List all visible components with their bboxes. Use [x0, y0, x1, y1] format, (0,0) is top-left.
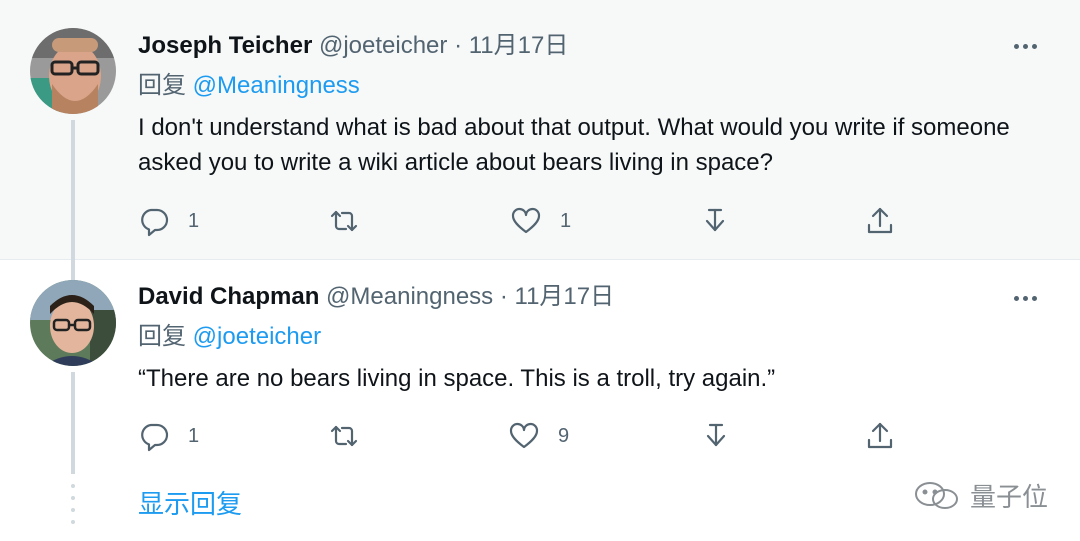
more-icon[interactable]: [1010, 36, 1040, 56]
retweet-icon: [330, 210, 358, 232]
like-icon: [509, 422, 539, 449]
downvote-button[interactable]: [699, 204, 731, 238]
share-icon: [867, 207, 893, 234]
watermark: 量子位: [912, 477, 1048, 514]
share-button[interactable]: [864, 419, 896, 453]
share-icon: [867, 422, 893, 449]
watermark-text: 量子位: [969, 482, 1048, 512]
reply-to: 回复 @Meaningness: [138, 71, 360, 101]
like-icon: [511, 207, 541, 234]
share-button[interactable]: [864, 204, 896, 238]
tweet-date[interactable]: 11月17日: [469, 32, 569, 59]
avatar[interactable]: [30, 28, 116, 114]
reply-icon: [141, 208, 169, 237]
reply-mention-link[interactable]: @Meaningness: [193, 72, 360, 99]
reply-icon: [141, 423, 169, 452]
separator: ·: [499, 283, 508, 310]
like-button[interactable]: 9: [508, 419, 569, 453]
downvote-icon: [705, 208, 725, 232]
tweet-actions: 1 9: [138, 419, 918, 453]
reply-to: 回复 @joeteicher: [138, 322, 321, 352]
reply-prefix: 回复: [138, 72, 186, 99]
thread-line: [71, 120, 75, 260]
author-name[interactable]: David Chapman: [138, 283, 319, 310]
like-count: 9: [558, 424, 570, 447]
wechat-icon: [914, 481, 958, 509]
thread-line: [71, 372, 75, 474]
reply-count: 1: [188, 424, 200, 447]
tweet-header: David Chapman @Meaningness · 11月17日: [138, 282, 614, 312]
tweet-text: I don't understand what is bad about tha…: [138, 114, 1010, 176]
tweet-date[interactable]: 11月17日: [515, 283, 615, 310]
retweet-icon: [330, 425, 358, 447]
like-button[interactable]: 1: [510, 204, 571, 238]
thread-line: [71, 260, 75, 280]
author-handle[interactable]: @joeteicher: [319, 32, 447, 59]
downvote-button[interactable]: [700, 419, 732, 453]
show-replies-link[interactable]: 显示回复: [138, 488, 242, 520]
retweet-button[interactable]: [328, 419, 378, 453]
tweet-header: Joseph Teicher @joeteicher · 11月17日: [138, 31, 568, 61]
tweet-text: “There are no bears living in space. Thi…: [138, 365, 776, 392]
tweet-actions: 1 1: [138, 204, 918, 238]
thread-dots: [71, 484, 75, 524]
reply-count: 1: [188, 209, 200, 232]
separator: ·: [454, 32, 463, 59]
like-count: 1: [560, 209, 572, 232]
reply-prefix: 回复: [138, 323, 186, 350]
reply-mention-link[interactable]: @joeteicher: [193, 323, 321, 350]
retweet-button[interactable]: [328, 204, 378, 238]
author-name[interactable]: Joseph Teicher: [138, 32, 312, 59]
more-icon[interactable]: [1010, 288, 1040, 308]
author-handle[interactable]: @Meaningness: [326, 283, 493, 310]
downvote-icon: [706, 423, 726, 447]
reply-button[interactable]: 1: [138, 204, 199, 238]
tweet[interactable]: David Chapman @Meaningness · 11月17日 回复 @…: [0, 260, 1080, 475]
reply-button[interactable]: 1: [138, 419, 199, 453]
tweet[interactable]: Joseph Teicher @joeteicher · 11月17日 回复 @…: [0, 0, 1080, 260]
avatar[interactable]: [30, 280, 116, 366]
